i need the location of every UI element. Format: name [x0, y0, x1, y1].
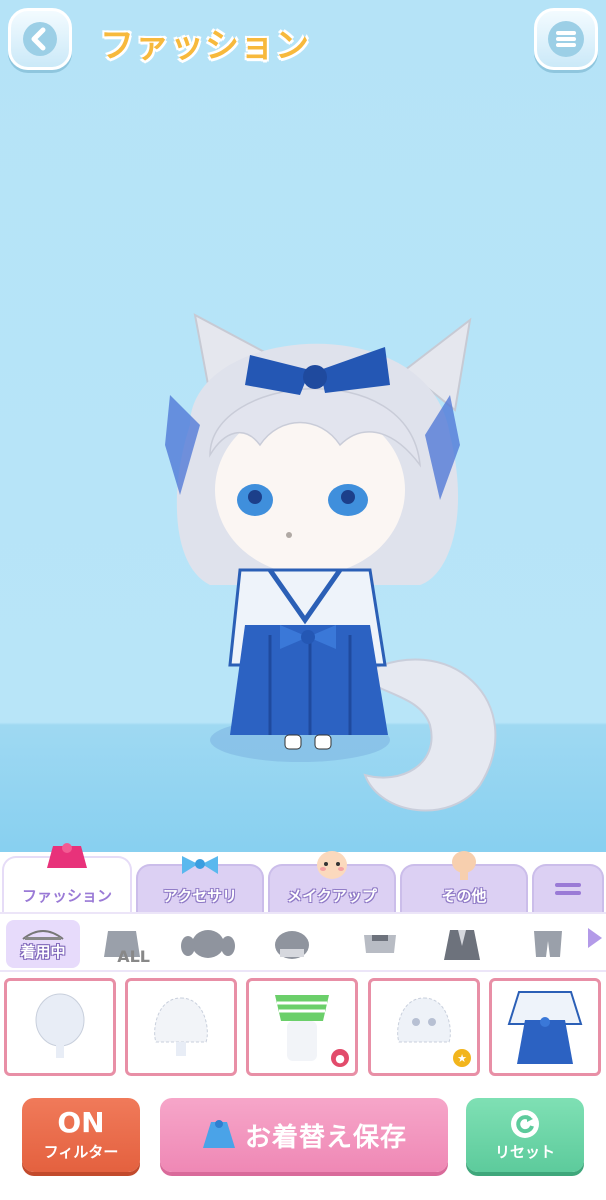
category-tabs: ファッション アクセサリ メイクアップ その他 [0, 843, 606, 912]
tab-label: メイクアップ [287, 887, 377, 905]
filter-label: フィルター [43, 1142, 119, 1161]
chevron-left-icon [23, 22, 57, 56]
scroll-right-arrow[interactable] [588, 928, 602, 948]
page-title: ファッション [100, 26, 310, 66]
pants-icon [534, 931, 562, 957]
hair-twintail-category[interactable] [178, 920, 238, 968]
reset-button[interactable]: リセット [466, 1098, 584, 1172]
jacket-category[interactable] [432, 920, 492, 968]
pink-badge: ● [331, 1049, 349, 1067]
tab-makeup[interactable]: メイクアップ [268, 851, 396, 912]
back-button[interactable] [8, 8, 72, 70]
tab-label: ファッション [21, 887, 112, 905]
tab-accessory[interactable]: アクセサリ [136, 856, 264, 912]
tab-other[interactable]: その他 [400, 851, 528, 912]
hanger-icon [22, 929, 64, 940]
tab-label: その他 [441, 887, 487, 905]
hair-short-icon [275, 931, 309, 959]
ribbon-icon [182, 856, 218, 874]
top-category[interactable] [350, 920, 410, 968]
tab-fashion[interactable]: ファッション [2, 843, 132, 912]
star-badge: ★ [453, 1049, 471, 1067]
filter-state: ON [57, 1105, 105, 1139]
in-use-filter[interactable]: 着用中 [6, 920, 80, 968]
head-blank-item[interactable] [125, 978, 237, 1076]
hair-twintail-icon [181, 930, 235, 958]
reset-label: リセット [494, 1142, 555, 1161]
pants-category[interactable] [518, 920, 578, 968]
reset-icon [511, 1109, 539, 1138]
hair-short-category[interactable] [262, 920, 322, 968]
save-label: お着替え保存 [244, 1122, 407, 1153]
cat-face-icon [397, 997, 451, 1043]
face-icon [317, 851, 347, 879]
save-outfit-button[interactable]: お着替え保存 [160, 1098, 448, 1172]
dress-icon [202, 1120, 235, 1148]
avatar-character [165, 313, 497, 812]
subcategory-row: 着用中 ALL [0, 912, 606, 972]
filter-button[interactable]: ON フィルター [22, 1098, 140, 1172]
blank-head-icon [154, 997, 208, 1056]
cat-face-item[interactable]: ★ [368, 978, 480, 1076]
hamburger-menu-icon [548, 21, 584, 57]
jacket-icon [444, 930, 480, 960]
in-use-label: 着用中 [20, 942, 66, 961]
dress-icon [47, 843, 87, 868]
tab-label: アクセサリ [162, 887, 238, 905]
item-grid: ● ★ [0, 972, 606, 1084]
menu-button[interactable] [534, 8, 598, 70]
blank-head-icon [35, 993, 85, 1058]
tab-more[interactable] [532, 864, 604, 912]
underwear-icon [275, 995, 329, 1061]
striped-underwear-item[interactable]: ● [246, 978, 358, 1076]
top-icon [364, 935, 396, 953]
face-blank-item[interactable] [4, 978, 116, 1076]
silhouette-icon [452, 851, 476, 880]
hakama-outfit-item[interactable] [489, 978, 601, 1076]
avatar-stage: ファッション [0, 0, 606, 860]
all-category[interactable]: ALL [92, 920, 152, 968]
all-label: ALL [117, 947, 150, 966]
bottom-bar: ON フィルター お着替え保存 リセット [0, 1084, 606, 1200]
hakama-icon [507, 991, 583, 1064]
equals-icon [555, 883, 581, 895]
